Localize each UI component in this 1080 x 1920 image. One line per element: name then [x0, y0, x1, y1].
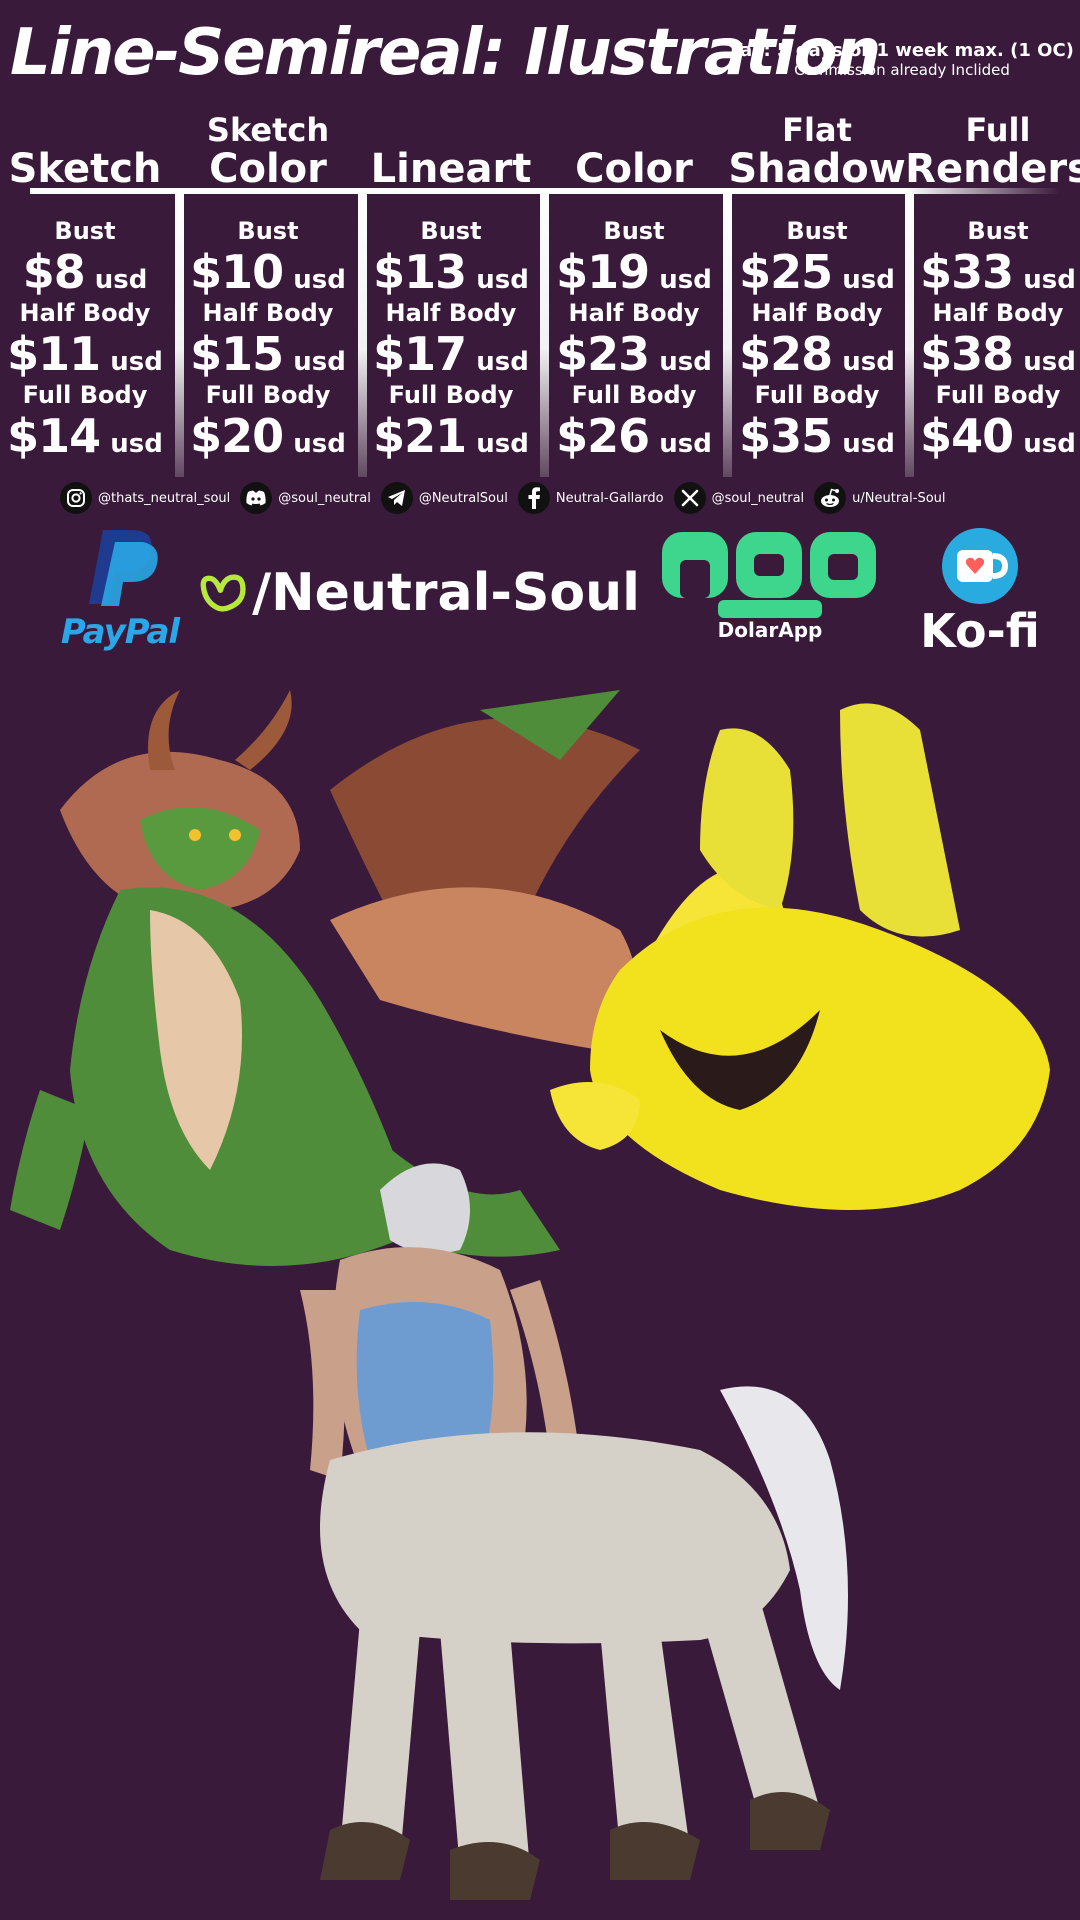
vgen-link[interactable]: /Neutral-Soul — [200, 528, 640, 658]
price-column-flat-shadow: Bust $25 usd Half Body $28 usd Full Body $… — [727, 214, 907, 474]
social-links: @thats_neutral_soul @soul_neutral @Neutr… — [60, 480, 1020, 516]
size-label-full-body: Full Body — [22, 381, 148, 409]
price-half-body: $11 usd — [7, 327, 163, 381]
size-label-full-body: Full Body — [754, 381, 880, 409]
size-label-half-body: Half Body — [932, 299, 1064, 327]
price-full-body: $26 usd — [556, 409, 712, 463]
column-header-sketch-color: Sketch Color — [206, 111, 330, 192]
centaur-illustration — [300, 1163, 848, 1900]
price-half-body: $23 usd — [556, 327, 712, 381]
paypal-icon — [89, 530, 158, 606]
size-label-bust: Bust — [786, 217, 848, 245]
size-label-half-body: Half Body — [385, 299, 517, 327]
price-column-sketch-color: Bust $10 usd Half Body $15 usd Full Body $… — [178, 214, 358, 474]
discord-handle: @soul_neutral — [278, 490, 371, 506]
dolarapp-icon — [662, 532, 876, 618]
kofi-logo[interactable]: Ko-fi — [900, 528, 1060, 658]
x-handle: @soul_neutral — [711, 490, 805, 506]
price-bust: $33 usd — [920, 245, 1076, 299]
size-label-full-body: Full Body — [935, 381, 1061, 409]
size-label-bust: Bust — [54, 217, 116, 245]
column-header-color: Color — [575, 146, 693, 192]
price-bust: $19 usd — [556, 245, 712, 299]
column-header-flat-shadow: Flat Shadow — [728, 111, 906, 192]
social-facebook[interactable]: Neutral-Gallardo — [517, 482, 664, 514]
paypal-logo[interactable]: PayPal — [40, 528, 200, 658]
instagram-icon — [60, 482, 92, 514]
example-artwork — [10, 690, 1050, 1900]
social-reddit[interactable]: u/Neutral-Soul — [814, 482, 946, 514]
price-half-body: $28 usd — [739, 327, 895, 381]
social-x[interactable]: @soul_neutral — [673, 482, 805, 514]
price-bust: $8 usd — [22, 245, 148, 299]
price-column-color: Bust $19 usd Half Body $23 usd Full Body $… — [544, 214, 724, 474]
discord-icon — [240, 482, 273, 514]
price-half-body: $17 usd — [373, 327, 529, 381]
dolarapp-logo[interactable]: DolarApp — [660, 528, 880, 658]
reddit-handle: u/Neutral-Soul — [852, 490, 946, 506]
price-column-lineart: Bust $13 usd Half Body $17 usd Full Body $… — [361, 214, 541, 474]
social-discord[interactable]: @soul_neutral — [240, 482, 371, 514]
size-label-half-body: Half Body — [202, 299, 334, 327]
turnaround-info: TaT: 5 days or 1 week max. (1 OC) Commis… — [728, 40, 1076, 79]
size-label-full-body: Full Body — [205, 381, 331, 409]
dragon-illustration — [10, 690, 640, 1266]
price-column-sketch: Bust $8 usd Half Body $11 usd Full Body $1… — [0, 214, 175, 474]
price-bust: $10 usd — [190, 245, 346, 299]
column-header-sketch: Sketch — [8, 146, 162, 192]
dolarapp-label: DolarApp — [717, 618, 823, 642]
price-bust: $25 usd — [739, 245, 895, 299]
telegram-icon — [380, 482, 413, 514]
size-label-bust: Bust — [603, 217, 665, 245]
facebook-handle: Neutral-Gallardo — [555, 490, 664, 506]
kofi-cup-icon — [942, 528, 1018, 604]
price-full-body: $14 usd — [7, 409, 163, 463]
column-header-full-renders: Full Renders — [905, 111, 1080, 192]
size-label-full-body: Full Body — [388, 381, 514, 409]
kofi-label: Ko-fi — [920, 604, 1040, 658]
price-half-body: $38 usd — [920, 327, 1076, 381]
turnaround-note: Commission already Inclided — [794, 61, 1010, 79]
turnaround-text: TaT: 5 days or 1 week max. (1 OC) — [730, 40, 1074, 61]
price-full-body: $35 usd — [739, 409, 895, 463]
instagram-handle: @thats_neutral_soul — [98, 490, 231, 506]
price-bust: $13 usd — [373, 245, 529, 299]
column-header-lineart: Lineart — [370, 146, 532, 192]
price-full-body: $21 usd — [373, 409, 529, 463]
size-label-half-body: Half Body — [19, 299, 151, 327]
price-column-full-renders: Bust $33 usd Half Body $38 usd Full Body $… — [908, 214, 1080, 474]
price-half-body: $15 usd — [190, 327, 346, 381]
size-label-half-body: Half Body — [751, 299, 883, 327]
telegram-handle: @NeutralSoul — [418, 490, 508, 506]
facebook-icon — [517, 482, 550, 514]
size-label-half-body: Half Body — [568, 299, 700, 327]
vgen-handle: /Neutral-Soul — [252, 563, 640, 623]
size-label-bust: Bust — [237, 217, 299, 245]
paypal-label: PayPal — [60, 612, 180, 652]
x-icon — [673, 482, 706, 514]
size-label-bust: Bust — [967, 217, 1029, 245]
vgen-icon — [200, 574, 246, 612]
social-instagram[interactable]: @thats_neutral_soul — [60, 482, 230, 514]
size-label-bust: Bust — [420, 217, 482, 245]
social-telegram[interactable]: @NeutralSoul — [380, 482, 508, 514]
price-full-body: $20 usd — [190, 409, 346, 463]
price-full-body: $40 usd — [920, 409, 1076, 463]
size-label-full-body: Full Body — [571, 381, 697, 409]
reddit-icon — [814, 482, 847, 514]
